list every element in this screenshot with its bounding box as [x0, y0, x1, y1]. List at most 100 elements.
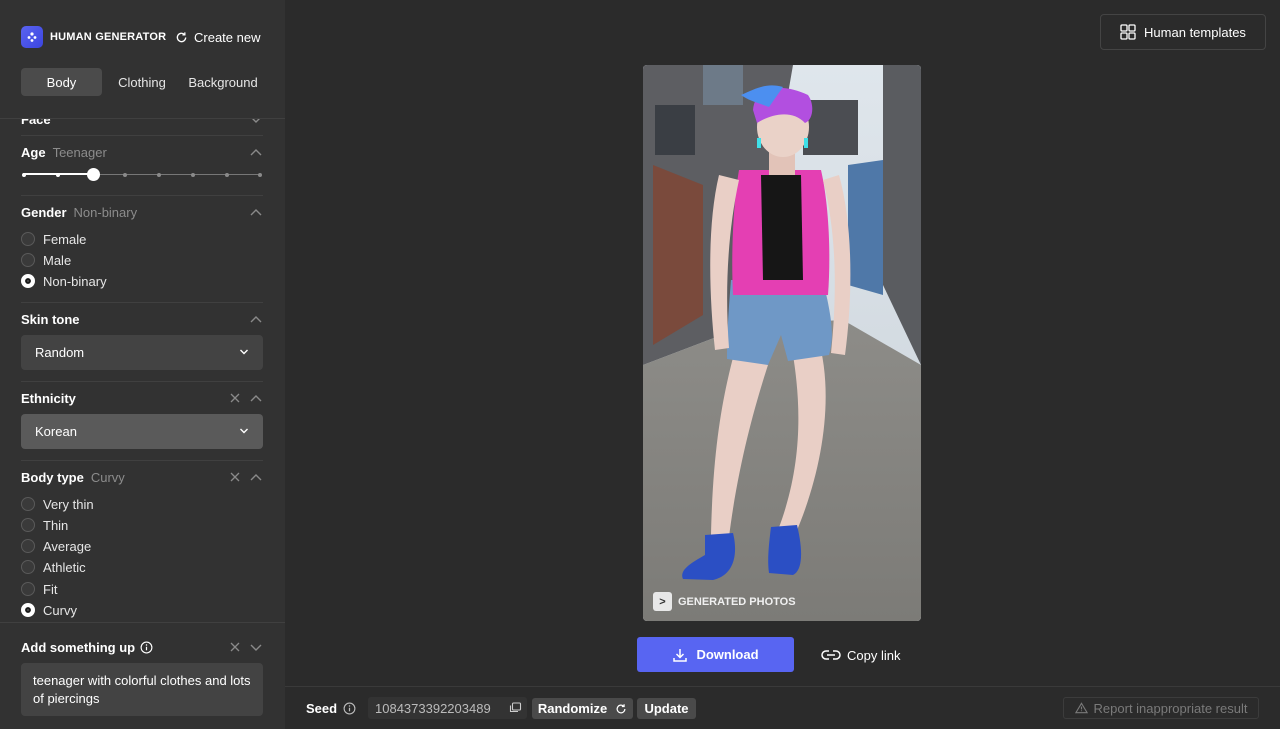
- age-title: Age: [21, 144, 46, 160]
- download-button[interactable]: Download: [637, 637, 794, 672]
- chevron-up-icon[interactable]: [249, 313, 263, 325]
- tab-background[interactable]: Background: [182, 68, 264, 96]
- add-something-title: Add something up: [21, 639, 136, 655]
- randomize-button[interactable]: Randomize: [532, 698, 633, 719]
- gender-value: Non-binary: [73, 204, 138, 220]
- copy-icon[interactable]: [509, 702, 522, 714]
- age-slider[interactable]: [21, 168, 263, 182]
- radio-button-selected[interactable]: [21, 274, 35, 288]
- warning-icon: [1074, 702, 1088, 714]
- slider-tick: [56, 173, 60, 177]
- seed-value: 1084373392203489: [375, 700, 491, 716]
- brand-name: HUMAN GENERATOR: [50, 31, 167, 43]
- chevron-up-icon[interactable]: [249, 471, 263, 483]
- age-header[interactable]: Age Teenager: [21, 143, 263, 161]
- watermark-text: GENERATED PHOTOS: [678, 595, 796, 608]
- chevron-down-icon: [240, 349, 248, 355]
- settings-scroll-area[interactable]: Face Age Teenager Gender Non-binary Fema…: [0, 118, 285, 621]
- clear-icon[interactable]: [229, 392, 241, 404]
- slider-tick: [191, 173, 195, 177]
- body-type-option-average[interactable]: Average: [21, 538, 91, 554]
- info-icon[interactable]: [140, 641, 153, 654]
- sidebar: HUMAN GENERATOR Create new Body Clothing…: [0, 0, 285, 729]
- gender-header[interactable]: Gender Non-binary: [21, 203, 263, 221]
- gender-title: Gender: [21, 204, 67, 220]
- radio-button-selected[interactable]: [21, 603, 35, 617]
- face-title: Face: [21, 118, 51, 127]
- chevron-up-icon[interactable]: [249, 146, 263, 158]
- chevron-up-icon[interactable]: [249, 392, 263, 404]
- human-templates-label: Human templates: [1144, 24, 1246, 40]
- slider-tick: [123, 173, 127, 177]
- face-header[interactable]: Face: [21, 118, 263, 128]
- body-type-header[interactable]: Body type Curvy: [21, 468, 263, 486]
- chevron-down-icon[interactable]: [249, 641, 263, 653]
- slider-tick: [157, 173, 161, 177]
- body-type-option-fit[interactable]: Fit: [21, 581, 57, 597]
- body-type-option-thin[interactable]: Thin: [21, 517, 68, 533]
- option-label: Male: [43, 252, 72, 268]
- ethnicity-select[interactable]: Korean: [21, 414, 263, 449]
- copy-link-button[interactable]: Copy link: [821, 645, 900, 665]
- create-new-label: Create new: [194, 29, 261, 45]
- slider-tick: [258, 173, 262, 177]
- radio-button[interactable]: [21, 497, 35, 511]
- radio-button[interactable]: [21, 539, 35, 553]
- watermark: > GENERATED PHOTOS: [653, 592, 796, 611]
- ethnicity-header[interactable]: Ethnicity: [21, 389, 263, 407]
- chevron-up-icon[interactable]: [249, 206, 263, 218]
- section-gender: Gender Non-binary Female Male Non-binary: [21, 196, 263, 303]
- person-photo-illustration: [643, 65, 921, 621]
- brand-row: HUMAN GENERATOR Create new: [21, 26, 271, 48]
- slider-tick: [22, 173, 26, 177]
- gender-option-male[interactable]: Male: [21, 252, 71, 268]
- chevron-down-icon[interactable]: [249, 118, 263, 125]
- option-label: Female: [43, 231, 87, 247]
- radio-button[interactable]: [21, 253, 35, 267]
- section-add-something: Add something up teenager with colorful …: [0, 622, 285, 729]
- download-label: Download: [696, 647, 759, 662]
- body-type-value: Curvy: [90, 469, 125, 485]
- slider-handle[interactable]: [87, 168, 100, 181]
- tab-bar: Body Clothing Background: [21, 68, 264, 96]
- gender-option-non-binary[interactable]: Non-binary: [21, 273, 107, 289]
- clear-icon[interactable]: [229, 471, 241, 483]
- skin-tone-select[interactable]: Random: [21, 335, 263, 370]
- prompt-textarea[interactable]: teenager with colorful clothes and lots …: [21, 663, 263, 716]
- section-skin-tone: Skin tone Random: [21, 303, 263, 382]
- create-new-button[interactable]: Create new: [175, 26, 260, 48]
- report-button[interactable]: Report inappropriate result: [1063, 697, 1259, 719]
- option-label: Non-binary: [43, 273, 107, 289]
- shuffle-icon: [616, 703, 626, 713]
- generated-photo: > GENERATED PHOTOS: [643, 65, 921, 621]
- section-body-type: Body type Curvy Very thin Thin Average A…: [21, 461, 263, 621]
- tab-body[interactable]: Body: [21, 68, 102, 96]
- option-label: Very thin: [43, 496, 94, 512]
- radio-button[interactable]: [21, 560, 35, 574]
- age-value: Teenager: [52, 144, 107, 160]
- add-something-header[interactable]: Add something up: [21, 638, 263, 656]
- skin-tone-selected: Random: [35, 345, 85, 360]
- tab-clothing[interactable]: Clothing: [102, 68, 182, 96]
- radio-button[interactable]: [21, 582, 35, 596]
- generated-photos-logo-icon: >: [653, 592, 672, 611]
- body-type-option-curvy[interactable]: Curvy: [21, 602, 77, 618]
- skin-tone-title: Skin tone: [21, 311, 80, 327]
- body-type-option-athletic[interactable]: Athletic: [21, 559, 86, 575]
- bottom-bar: Seed 1084373392203489 Randomize Update R…: [285, 686, 1280, 729]
- gender-option-female[interactable]: Female: [21, 231, 86, 247]
- seed-input[interactable]: 1084373392203489: [368, 697, 527, 719]
- human-templates-button[interactable]: Human templates: [1100, 14, 1266, 50]
- option-label: Athletic: [43, 559, 86, 575]
- info-icon[interactable]: [343, 702, 356, 715]
- skin-tone-header[interactable]: Skin tone: [21, 310, 263, 328]
- radio-button[interactable]: [21, 232, 35, 246]
- body-type-option-very-thin[interactable]: Very thin: [21, 496, 94, 512]
- ethnicity-selected: Korean: [35, 424, 77, 439]
- clear-icon[interactable]: [229, 641, 241, 653]
- option-label: Curvy: [43, 602, 77, 618]
- link-icon: [821, 650, 841, 660]
- radio-button[interactable]: [21, 518, 35, 532]
- report-label: Report inappropriate result: [1093, 700, 1248, 716]
- update-button[interactable]: Update: [637, 698, 696, 719]
